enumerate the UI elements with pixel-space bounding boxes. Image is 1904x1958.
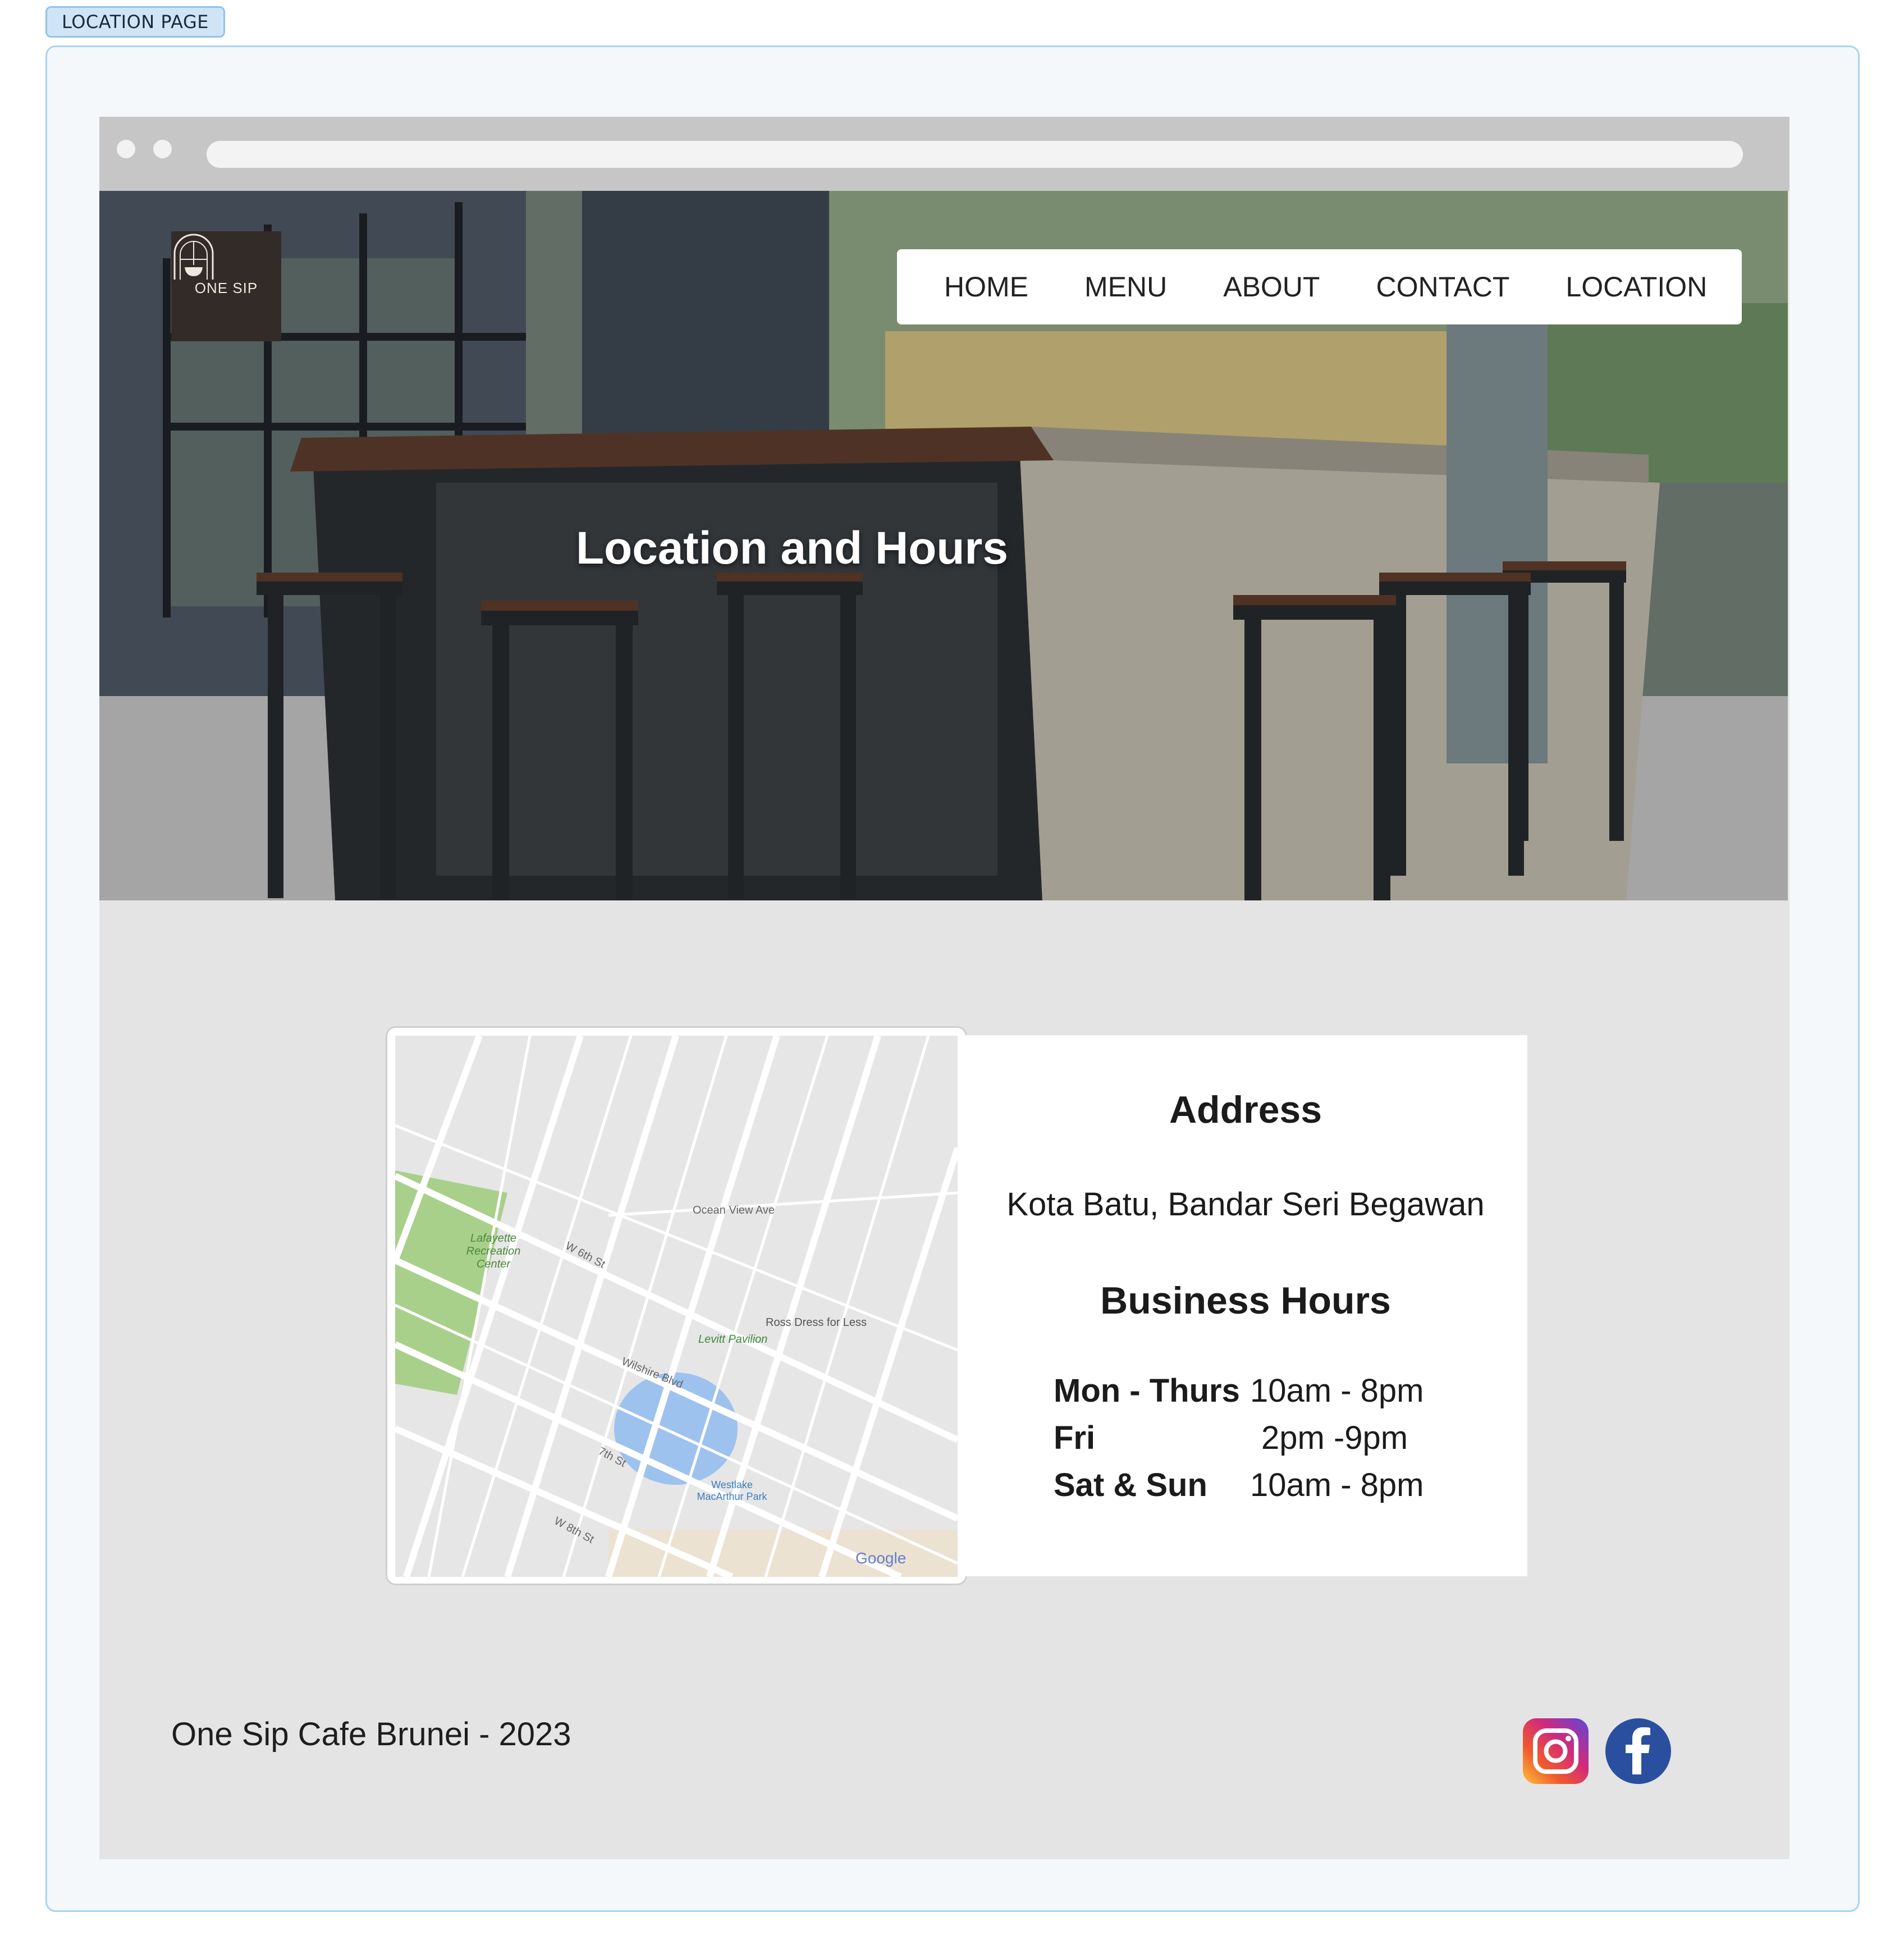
hours-day: Fri bbox=[1054, 1420, 1096, 1456]
facebook-glyph-icon bbox=[1626, 1727, 1650, 1774]
hero-title: Location and Hours bbox=[576, 523, 1008, 574]
street-map bbox=[395, 1036, 958, 1577]
hours-heading: Business Hours bbox=[1100, 1279, 1391, 1322]
browser-window: ONE SIP HOME MENU ABOUT CONTACT LOCATION… bbox=[99, 117, 1789, 1859]
map-embed[interactable]: Lafayette Recreation Center Ocean View A… bbox=[386, 1026, 967, 1585]
map-label: Ross Dress for Less bbox=[766, 1316, 867, 1329]
hours-time: 10am - 8pm bbox=[1250, 1373, 1424, 1409]
address-bar[interactable] bbox=[207, 141, 1743, 168]
page-label: LOCATION PAGE bbox=[45, 6, 225, 38]
instagram-glyph-icon bbox=[1533, 1728, 1578, 1774]
window-dot-icon[interactable] bbox=[117, 140, 135, 158]
nav-about[interactable]: ABOUT bbox=[1223, 271, 1320, 303]
window-dot-icon[interactable] bbox=[153, 140, 172, 158]
map-label: Ocean View Ave bbox=[693, 1204, 775, 1216]
browser-chrome bbox=[99, 117, 1789, 191]
nav-contact[interactable]: CONTACT bbox=[1376, 271, 1509, 303]
hours-day: Sat & Sun bbox=[1054, 1467, 1207, 1503]
map-label: Levitt Pavilion bbox=[698, 1333, 768, 1346]
map-label: Lafayette Recreation Center bbox=[466, 1232, 521, 1270]
address-text: Kota Batu, Bandar Seri Begawan bbox=[1006, 1186, 1485, 1223]
nav-home[interactable]: HOME bbox=[944, 271, 1028, 303]
instagram-icon[interactable] bbox=[1523, 1718, 1589, 1784]
cafe-arch-icon bbox=[173, 234, 214, 280]
hours-time: 2pm -9pm bbox=[1261, 1420, 1408, 1456]
main-nav: HOME MENU ABOUT CONTACT LOCATION bbox=[897, 249, 1742, 324]
footer-copyright: One Sip Cafe Brunei - 2023 bbox=[171, 1716, 571, 1753]
hero-banner: ONE SIP HOME MENU ABOUT CONTACT LOCATION… bbox=[99, 191, 1788, 900]
map-label: Westlake MacArthur Park bbox=[697, 1479, 767, 1502]
location-info-card: Address Kota Batu, Bandar Seri Begawan B… bbox=[964, 1035, 1527, 1576]
facebook-icon[interactable] bbox=[1605, 1718, 1671, 1784]
hours-time: 10am - 8pm bbox=[1250, 1467, 1424, 1503]
hours-day: Mon - Thurs bbox=[1054, 1373, 1240, 1409]
address-heading: Address bbox=[1169, 1088, 1322, 1131]
map-google-logo: Google bbox=[855, 1549, 907, 1567]
map-canvas[interactable]: Lafayette Recreation Center Ocean View A… bbox=[395, 1036, 958, 1577]
nav-location[interactable]: LOCATION bbox=[1566, 271, 1707, 303]
logo-text: ONE SIP bbox=[194, 279, 258, 296]
logo[interactable]: ONE SIP bbox=[171, 231, 281, 341]
nav-menu[interactable]: MENU bbox=[1084, 271, 1167, 303]
